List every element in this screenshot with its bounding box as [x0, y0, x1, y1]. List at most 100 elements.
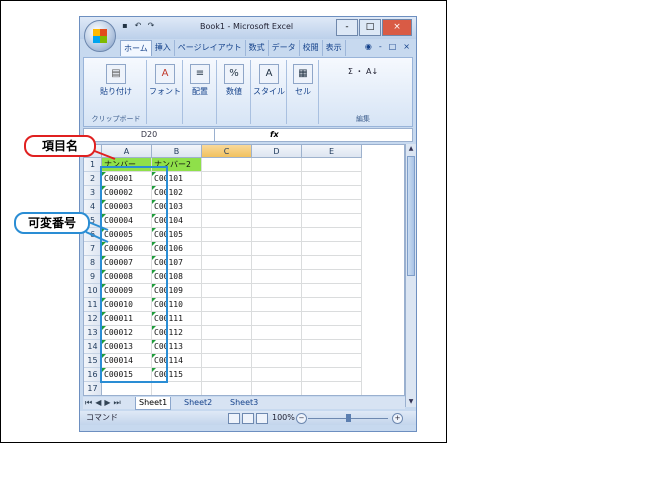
redo-icon[interactable]: ↷	[146, 21, 156, 31]
empty-cell[interactable]	[252, 256, 302, 270]
page-break-view-icon[interactable]	[256, 413, 268, 424]
empty-cell[interactable]	[252, 312, 302, 326]
empty-cell[interactable]	[302, 214, 362, 228]
column-header-a[interactable]: A	[102, 145, 152, 158]
help-icon[interactable]: ◉	[365, 42, 372, 51]
empty-cell[interactable]	[202, 158, 252, 172]
empty-cell[interactable]	[302, 312, 362, 326]
data-cell[interactable]	[102, 382, 152, 395]
empty-cell[interactable]	[252, 172, 302, 186]
empty-cell[interactable]	[302, 256, 362, 270]
zoom-percent[interactable]: 100%	[272, 411, 295, 425]
empty-cell[interactable]	[252, 242, 302, 256]
column-header-e[interactable]: E	[302, 145, 362, 158]
empty-cell[interactable]	[252, 284, 302, 298]
empty-cell[interactable]	[302, 242, 362, 256]
empty-cell[interactable]	[252, 382, 302, 395]
empty-cell[interactable]	[302, 340, 362, 354]
empty-cell[interactable]	[302, 368, 362, 382]
percent-icon[interactable]: %	[224, 64, 244, 84]
sheet-tab-3[interactable]: Sheet3	[227, 397, 261, 409]
page-layout-view-icon[interactable]	[242, 413, 254, 424]
empty-cell[interactable]	[252, 200, 302, 214]
autosum-sort-label[interactable]: Σ ・ A↓	[320, 66, 406, 77]
styles-icon[interactable]: A	[259, 64, 279, 84]
empty-cell[interactable]	[202, 256, 252, 270]
first-sheet-icon[interactable]: ⏮	[85, 397, 92, 409]
tab-insert[interactable]: 挿入	[152, 40, 175, 56]
empty-cell[interactable]	[252, 228, 302, 242]
empty-cell[interactable]	[252, 298, 302, 312]
empty-cell[interactable]	[252, 214, 302, 228]
empty-cell[interactable]	[302, 284, 362, 298]
empty-cell[interactable]	[202, 340, 252, 354]
sheet-tab-2[interactable]: Sheet2	[181, 397, 215, 409]
empty-cell[interactable]	[202, 242, 252, 256]
tab-formulas[interactable]: 数式	[246, 40, 269, 56]
column-header-c[interactable]: C	[202, 145, 252, 158]
empty-cell[interactable]	[302, 354, 362, 368]
vertical-scrollbar[interactable]: ▲ ▼	[405, 144, 416, 407]
data-cell[interactable]	[152, 382, 202, 395]
empty-cell[interactable]	[202, 312, 252, 326]
sheet-tab-1[interactable]: Sheet1	[135, 397, 172, 410]
empty-cell[interactable]	[302, 270, 362, 284]
empty-cell[interactable]	[202, 186, 252, 200]
empty-cell[interactable]	[252, 186, 302, 200]
row-header[interactable]: 17	[84, 382, 102, 395]
scroll-up-icon[interactable]: ▲	[406, 144, 416, 154]
tab-review[interactable]: 校閲	[300, 40, 323, 56]
empty-cell[interactable]	[202, 200, 252, 214]
empty-cell[interactable]	[252, 368, 302, 382]
empty-cell[interactable]	[202, 214, 252, 228]
empty-cell[interactable]	[202, 354, 252, 368]
paste-icon[interactable]: ▤	[106, 64, 126, 84]
last-sheet-icon[interactable]: ⏭	[114, 397, 121, 409]
tab-data[interactable]: データ	[269, 40, 300, 56]
empty-cell[interactable]	[302, 326, 362, 340]
function-icon[interactable]: fx	[270, 129, 279, 141]
empty-cell[interactable]	[302, 298, 362, 312]
column-header-d[interactable]: D	[252, 145, 302, 158]
empty-cell[interactable]	[252, 340, 302, 354]
empty-cell[interactable]	[302, 158, 362, 172]
tab-view[interactable]: 表示	[323, 40, 346, 56]
maximize-button[interactable]: □	[359, 19, 381, 36]
empty-cell[interactable]	[202, 172, 252, 186]
workbook-close-button[interactable]: ×	[403, 42, 410, 51]
zoom-in-icon[interactable]: +	[392, 413, 403, 424]
zoom-out-icon[interactable]: −	[296, 413, 307, 424]
workbook-minimize-button[interactable]: -	[379, 42, 382, 51]
empty-cell[interactable]	[202, 270, 252, 284]
empty-cell[interactable]	[252, 326, 302, 340]
empty-cell[interactable]	[202, 298, 252, 312]
empty-cell[interactable]	[252, 158, 302, 172]
empty-cell[interactable]	[302, 172, 362, 186]
empty-cell[interactable]	[302, 200, 362, 214]
workbook-restore-button[interactable]: □	[389, 42, 397, 51]
name-box[interactable]: D20	[84, 129, 215, 141]
save-icon[interactable]: ▪	[120, 21, 130, 31]
close-button[interactable]: ×	[382, 19, 412, 36]
normal-view-icon[interactable]	[228, 413, 240, 424]
scroll-thumb[interactable]	[407, 156, 415, 276]
empty-cell[interactable]	[202, 382, 252, 395]
empty-cell[interactable]	[302, 186, 362, 200]
tab-page-layout[interactable]: ページレイアウト	[175, 40, 246, 56]
minimize-button[interactable]: -	[336, 19, 358, 36]
office-button[interactable]	[84, 20, 116, 52]
empty-cell[interactable]	[202, 228, 252, 242]
align-icon[interactable]: ≡	[190, 64, 210, 84]
empty-cell[interactable]	[202, 326, 252, 340]
empty-cell[interactable]	[202, 368, 252, 382]
empty-cell[interactable]	[202, 284, 252, 298]
empty-cell[interactable]	[302, 382, 362, 395]
empty-cell[interactable]	[252, 354, 302, 368]
next-sheet-icon[interactable]: ▶	[104, 397, 110, 409]
font-color-icon[interactable]: A	[155, 64, 175, 84]
scroll-down-icon[interactable]: ▼	[406, 397, 416, 407]
prev-sheet-icon[interactable]: ◀	[95, 397, 101, 409]
undo-icon[interactable]: ↶	[133, 21, 143, 31]
zoom-slider-thumb[interactable]	[346, 414, 351, 422]
empty-cell[interactable]	[252, 270, 302, 284]
